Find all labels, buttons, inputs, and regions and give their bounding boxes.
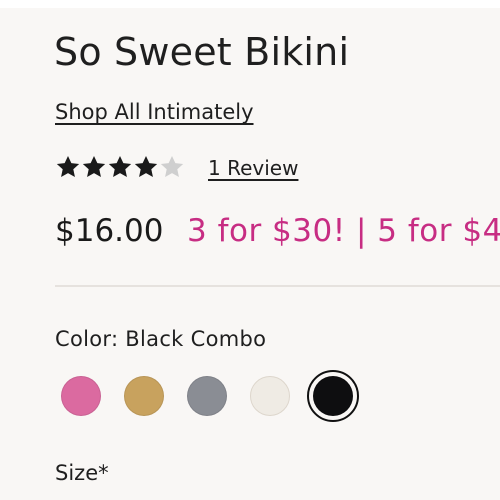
product-title: So Sweet Bikini [54,30,350,74]
star-filled-icon [56,155,80,177]
product-detail-page: So Sweet Bikini Shop All Intimately 1 Re… [0,0,500,500]
promo-text: 3 for $30! | 5 for $40! [187,213,500,249]
star-group [55,154,185,180]
top-strip [0,0,500,8]
color-label: Color: Black Combo [55,327,267,351]
color-swatch-tan[interactable] [124,376,164,416]
color-swatches [55,370,375,422]
rating-stars[interactable] [55,152,185,182]
color-swatch-black[interactable] [313,376,353,416]
review-count-link[interactable]: 1 Review [208,156,298,180]
product-price: $16.00 [55,213,164,249]
color-swatch-pink[interactable] [61,376,101,416]
divider [55,285,500,287]
color-swatch-ivory[interactable] [250,376,290,416]
shop-all-link[interactable]: Shop All Intimately [55,100,254,124]
color-swatch-grey[interactable] [187,376,227,416]
size-label: Size* [55,461,109,485]
star-empty-icon [160,155,184,177]
star-filled-icon [82,155,106,177]
star-filled-icon [108,155,132,177]
star-filled-icon [134,155,158,177]
